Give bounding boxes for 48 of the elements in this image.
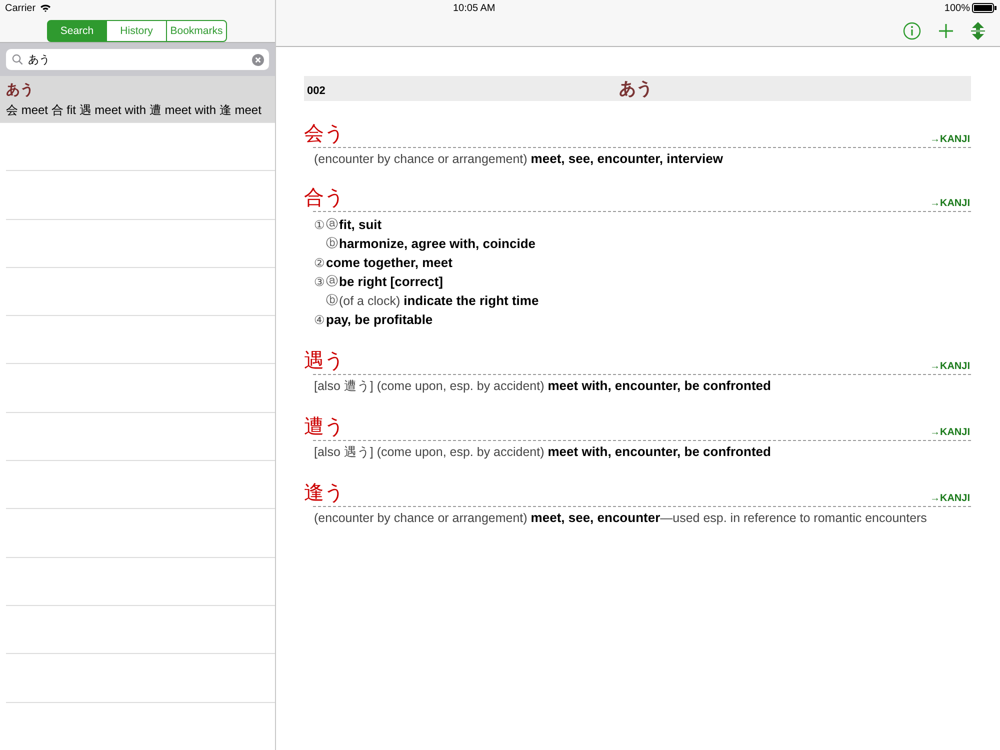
info-icon[interactable] bbox=[903, 22, 921, 40]
sense-text: (of a clock) indicate the right time bbox=[339, 293, 539, 308]
definition: (encounter by chance or arrangement) meet, see, encounter—used esp. in reference to romantic encounters bbox=[314, 510, 928, 525]
sense-letter: ⓐ bbox=[326, 273, 338, 290]
kanji-link[interactable]: →KANJI bbox=[930, 198, 970, 209]
definition: [also 遇う] (come upon, esp. by accident) meet with, encounter, be confronted bbox=[314, 444, 772, 461]
headword: 会う bbox=[304, 121, 344, 145]
search-field[interactable]: あう bbox=[6, 49, 269, 70]
entry-reading: あう bbox=[619, 78, 653, 100]
sense-text: harmonize, agree with, coincide bbox=[339, 236, 536, 251]
wifi-icon bbox=[40, 4, 51, 12]
status-time: 10:05 AM bbox=[453, 2, 496, 14]
add-icon[interactable] bbox=[938, 23, 954, 39]
sense-number: ① bbox=[314, 218, 325, 232]
result-summary: 会 meet 合 fit 遇 meet with 遭 meet with 逢 meet bbox=[6, 102, 262, 119]
sense-number: ② bbox=[314, 256, 325, 270]
segment-tab[interactable]: History bbox=[106, 20, 167, 42]
sense-letter: ⓐ bbox=[326, 216, 338, 233]
kanji-link[interactable]: →KANJI bbox=[930, 134, 970, 145]
headword: 合う bbox=[304, 185, 344, 209]
sense-number: ④ bbox=[314, 312, 325, 326]
segment-tab[interactable]: Search bbox=[47, 20, 107, 42]
kanji-link[interactable]: →KANJI bbox=[930, 493, 970, 504]
headword: 遭う bbox=[304, 414, 344, 438]
sense-text: come together, meet bbox=[326, 255, 452, 270]
sense-text: fit, suit bbox=[339, 217, 382, 232]
kanji-link[interactable]: →KANJI bbox=[930, 427, 970, 438]
headword: 逢う bbox=[304, 480, 344, 504]
sense-letter: ⓑ bbox=[326, 235, 338, 252]
result-reading: あう bbox=[6, 81, 35, 99]
sense-letter: ⓑ bbox=[326, 292, 338, 309]
battery-percent: 100% bbox=[944, 2, 970, 14]
carrier-name: Carrier bbox=[5, 2, 36, 14]
definition: (encounter by chance or arrangement) meet, see, encounter, interview bbox=[314, 151, 724, 166]
sense-text: pay, be profitable bbox=[326, 312, 433, 327]
search-icon bbox=[12, 54, 23, 65]
result-row[interactable]: あう 会 meet 合 fit 遇 meet with 遭 meet with 逢 meet bbox=[0, 76, 275, 123]
sense-text: be right [correct] bbox=[339, 274, 444, 289]
segment-tab[interactable]: Bookmarks bbox=[166, 20, 227, 42]
search-text: あう bbox=[28, 53, 51, 67]
battery-icon bbox=[972, 3, 997, 13]
up-down-arrows-icon[interactable] bbox=[971, 22, 985, 40]
sense-number: ③ bbox=[314, 274, 325, 288]
kanji-link[interactable]: →KANJI bbox=[930, 361, 970, 372]
clear-icon[interactable] bbox=[252, 54, 264, 66]
entry-number: 002 bbox=[307, 84, 326, 96]
headword: 遇う bbox=[304, 348, 344, 372]
definition: [also 遭う] (come upon, esp. by accident) meet with, encounter, be confronted bbox=[314, 378, 772, 395]
